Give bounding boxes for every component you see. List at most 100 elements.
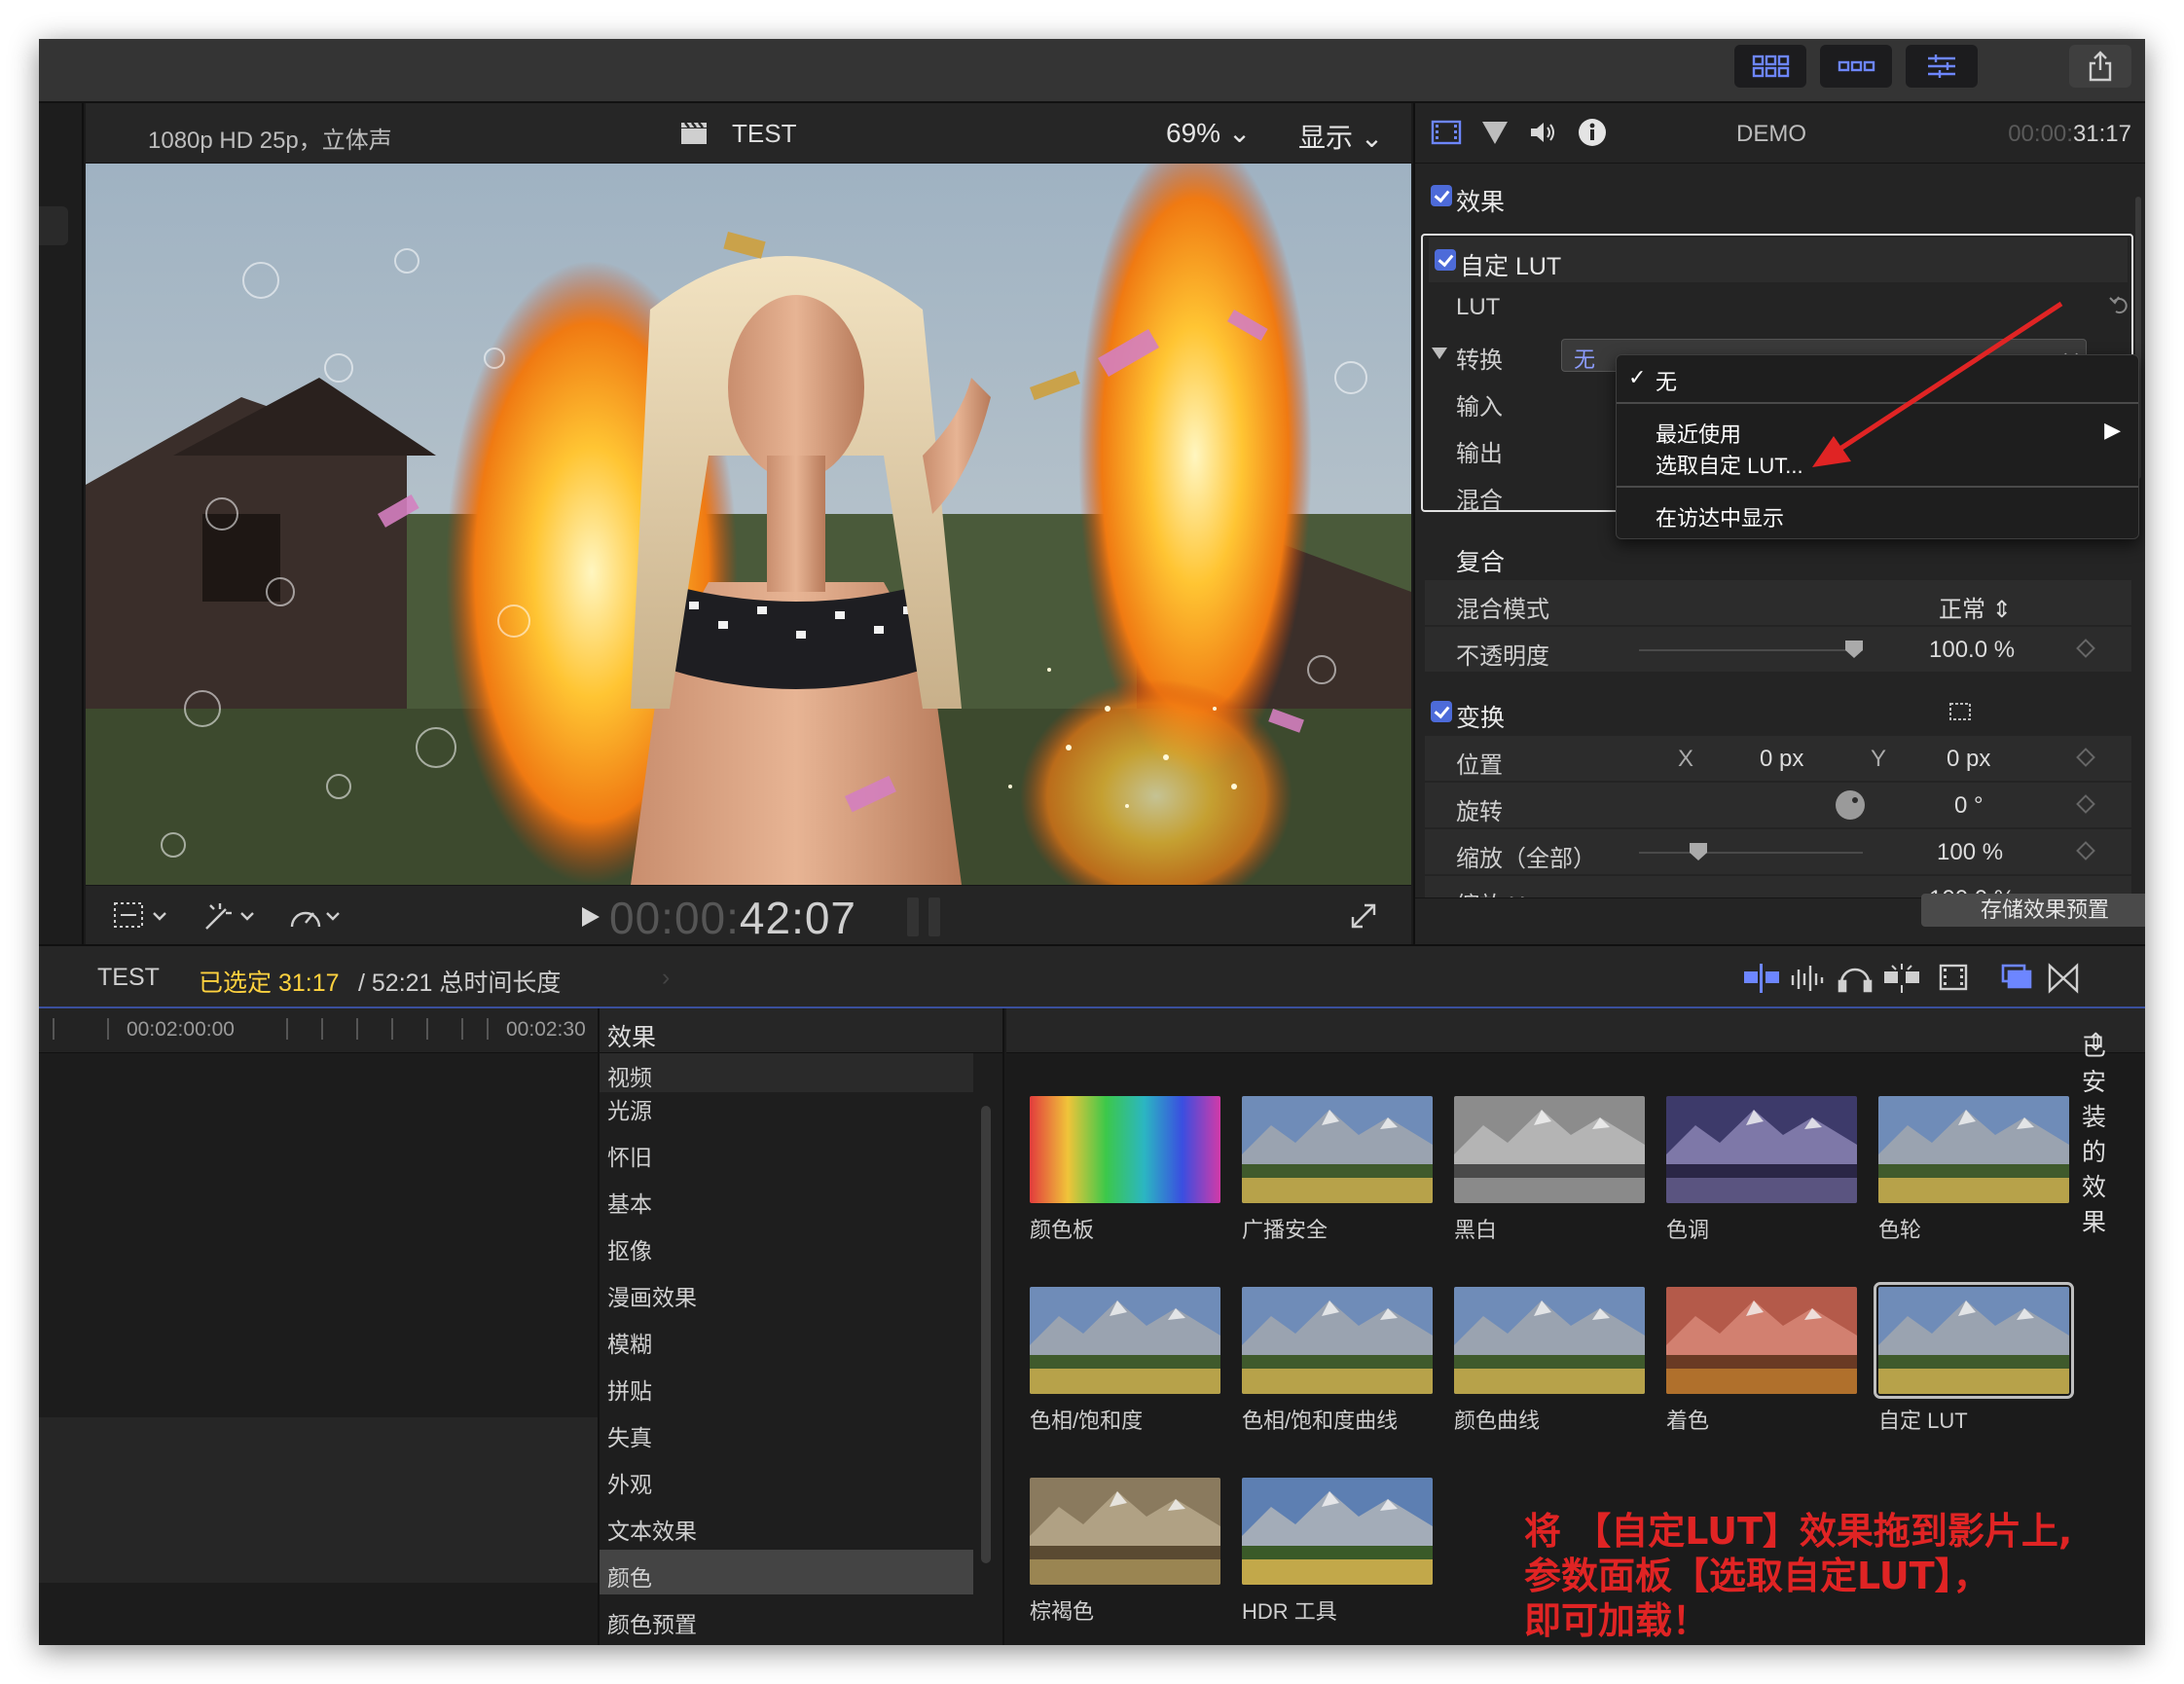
headphones-icon[interactable] — [1834, 962, 1880, 995]
rotation-dial-icon[interactable] — [1834, 788, 1867, 822]
timeline-area[interactable]: 00:02:00:00 00:02:30 — [39, 1008, 598, 1645]
sidebar-handle[interactable] — [39, 206, 68, 245]
scale-all-slider[interactable] — [1639, 843, 1863, 860]
info-icon[interactable] — [1577, 117, 1608, 148]
position-y-value[interactable]: 0 px — [1947, 746, 1990, 773]
share-button[interactable] — [2069, 45, 2131, 88]
fullscreen-icon[interactable] — [1349, 901, 1378, 931]
keyframe-diamond-icon[interactable] — [2076, 748, 2095, 767]
final-cut-window: 1080p HD 25p，立体声 TEST 69% ⌄ 显示 ⌄ 00:00:4… — [39, 39, 2145, 1645]
effect-tile[interactable]: 着色 — [1666, 1287, 1857, 1435]
opacity-slider-thumb[interactable] — [1845, 641, 1863, 658]
save-effects-preset-button[interactable]: 存储效果预置 — [1921, 894, 2145, 927]
effect-thumbnail-image — [1242, 1096, 1433, 1203]
snapping-icon[interactable] — [1880, 962, 1927, 995]
category-item[interactable]: 漫画效果 — [600, 1269, 973, 1314]
category-label: 抠像 — [607, 1238, 652, 1263]
timeline-tool-icons — [1740, 962, 2083, 995]
composite-section-header[interactable]: 复合 — [1425, 533, 2131, 578]
speedometer-icon[interactable] — [288, 899, 346, 933]
effect-tile[interactable]: 色相/饱和度曲线 — [1242, 1287, 1433, 1435]
annotation-line: 即可加载！ — [1524, 1599, 1710, 1642]
transitions-browser-icon[interactable] — [2044, 962, 2083, 995]
category-item[interactable]: 拼贴 — [600, 1363, 973, 1408]
checkmark-icon: ✓ — [1628, 365, 1647, 389]
timeline-ruler[interactable]: 00:02:00:00 00:02:30 — [39, 1008, 598, 1053]
clip-appearance-icon[interactable] — [1740, 962, 1787, 995]
effect-tile[interactable]: 颜色曲线 — [1454, 1287, 1645, 1435]
filmstrip-icon[interactable] — [1927, 962, 1985, 995]
menu-item-choose-custom-lut[interactable]: 选取自定 LUT... — [1656, 449, 1803, 480]
video-frame[interactable] — [86, 164, 1411, 885]
keyframe-diamond-icon[interactable] — [2076, 639, 2095, 658]
browser-toggle-button[interactable] — [1734, 45, 1806, 88]
effect-tile[interactable]: 黑白 — [1454, 1096, 1645, 1244]
effect-thumbnail — [1454, 1287, 1645, 1394]
category-item[interactable]: 文本效果 — [600, 1503, 973, 1548]
custom-lut-checkbox[interactable] — [1435, 249, 1456, 271]
transform-onscreen-control-icon[interactable] — [1948, 701, 1972, 722]
effects-checkbox[interactable] — [1431, 185, 1452, 206]
speaker-icon[interactable] — [1528, 119, 1559, 146]
timeline-header-bar: TEST 已选定 31:17 / 52:21 总时间长度 › — [39, 944, 2145, 1008]
category-label: 颜色预置 — [607, 1612, 697, 1637]
opacity-value[interactable]: 100.0 % — [1929, 637, 2015, 664]
transform-checkbox[interactable] — [1431, 701, 1452, 722]
effects-browser-icon[interactable] — [1985, 962, 2044, 995]
blend-mode-select[interactable]: 正常 ⇕ — [1939, 590, 2012, 624]
audio-waveform-icon[interactable] — [1787, 962, 1834, 995]
reset-icon[interactable] — [2108, 292, 2129, 317]
magic-wand-icon[interactable] — [200, 899, 259, 933]
opacity-label: 不透明度 — [1456, 643, 1549, 670]
category-item-selected[interactable]: 颜色 — [600, 1550, 973, 1594]
effect-tile[interactable]: 自定 LUT — [1874, 1282, 2074, 1435]
effects-list-title: 效果 — [607, 1024, 657, 1051]
ruler-tick — [461, 1018, 463, 1040]
zoom-menu[interactable]: 69% ⌄ — [1166, 117, 1251, 149]
transform-section-header[interactable]: 变换 — [1425, 689, 2131, 734]
chevron-down-icon: ⌄ — [1360, 123, 1384, 153]
effect-tile[interactable]: 色轮 — [1878, 1096, 2069, 1244]
effect-tile[interactable]: 色调 — [1666, 1096, 1857, 1244]
category-item[interactable]: 基本 — [600, 1176, 973, 1221]
play-icon[interactable] — [580, 905, 601, 929]
category-item[interactable]: 失真 — [600, 1409, 973, 1454]
display-menu[interactable]: 显示 ⌄ — [1298, 117, 1383, 156]
category-item[interactable]: 抠像 — [600, 1223, 973, 1267]
category-item[interactable]: 模糊 — [600, 1316, 973, 1361]
effect-tile[interactable]: 棕褐色 — [1030, 1478, 1220, 1626]
scale-all-slider-thumb[interactable] — [1690, 843, 1707, 860]
timeline-toggle-button[interactable] — [1820, 45, 1892, 88]
opacity-slider[interactable] — [1639, 641, 1863, 658]
menu-item-reveal-in-finder[interactable]: 在访达中显示 — [1656, 501, 1784, 532]
menu-item-none[interactable]: 无 — [1656, 365, 1677, 396]
color-inspector-tab-icon[interactable] — [1479, 119, 1511, 146]
effect-tile[interactable]: HDR 工具 — [1242, 1478, 1433, 1626]
video-inspector-tab-icon[interactable] — [1431, 119, 1462, 146]
keyframe-diamond-icon[interactable] — [2076, 794, 2095, 814]
effect-tile[interactable]: 色相/饱和度 — [1030, 1287, 1220, 1435]
chevron-right-icon[interactable]: › — [662, 964, 670, 992]
annotation-line: 将 【自定LUT】效果拖到影片上, — [1524, 1510, 2073, 1553]
category-scrollbar[interactable] — [981, 1106, 991, 1563]
updown-chevron-icon: ⇕ — [1991, 597, 2012, 623]
effect-tile[interactable]: 颜色板 — [1030, 1096, 1220, 1244]
effects-section-header[interactable]: 效果 — [1425, 173, 2131, 218]
menu-item-recent[interactable]: 最近使用 — [1656, 418, 1741, 449]
custom-lut-header[interactable]: 自定 LUT — [1429, 238, 2128, 282]
category-item[interactable]: 光源 — [600, 1082, 973, 1127]
effect-tile[interactable]: 广播安全 — [1242, 1096, 1433, 1244]
category-item[interactable]: 怀旧 — [600, 1129, 973, 1174]
inspector-toggle-button[interactable] — [1906, 45, 1978, 88]
category-item[interactable]: 外观 — [600, 1456, 973, 1501]
position-x-value[interactable]: 0 px — [1760, 746, 1803, 773]
disclosure-triangle-icon[interactable] — [1431, 347, 1448, 360]
keyframe-diamond-icon[interactable] — [2076, 841, 2095, 860]
transform-tool-icon[interactable] — [111, 899, 169, 933]
category-item[interactable]: 颜色预置 — [600, 1596, 973, 1641]
lut-label: LUT — [1456, 294, 1501, 320]
position-row: 位置 X 0 px Y 0 px — [1425, 736, 2131, 781]
rotation-value[interactable]: 0 ° — [1954, 792, 1984, 820]
scale-all-value[interactable]: 100 % — [1937, 839, 2003, 866]
effects-list-header: 效果 — [600, 1008, 1002, 1053]
